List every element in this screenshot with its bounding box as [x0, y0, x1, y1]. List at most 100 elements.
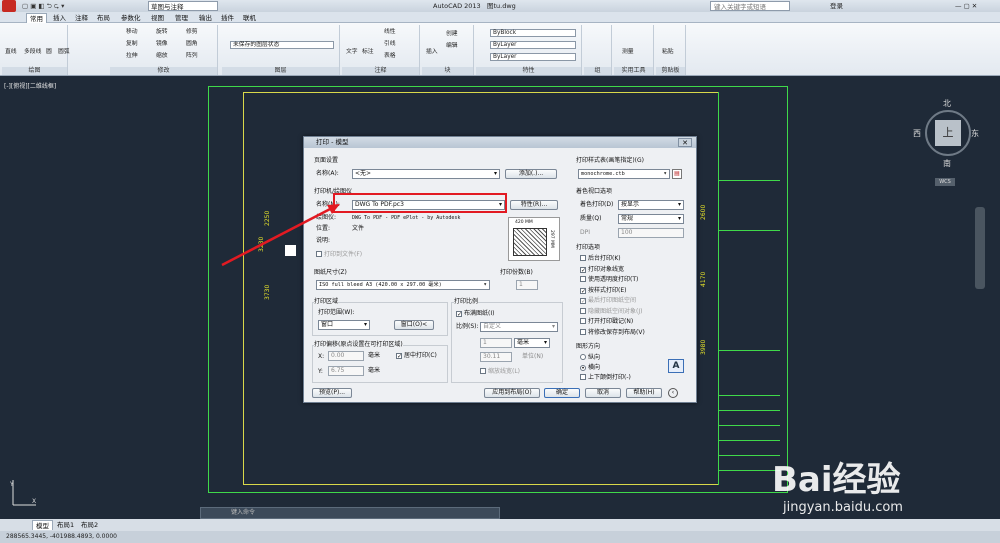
plot-option-checkbox[interactable]: 将修改保存到布局(V)	[580, 328, 645, 337]
scale-value-2[interactable]: 30.11	[480, 352, 512, 362]
fit-to-paper-checkbox[interactable]: ✓ 布满图纸(I)	[456, 310, 494, 318]
scale-unit-select[interactable]: 毫米	[514, 338, 550, 348]
compass-north[interactable]: 北	[943, 98, 951, 109]
app-logo-icon[interactable]	[2, 0, 16, 12]
printer-properties-button[interactable]: 特性(R)...	[510, 200, 558, 210]
dpi-input[interactable]: 100	[618, 228, 684, 238]
line-tool[interactable]: 直线	[5, 49, 17, 56]
apply-to-layout-button[interactable]: 应用到布局(O)	[484, 388, 540, 398]
center-plot-checkbox[interactable]: ✓ 居中打印(C)	[396, 352, 437, 360]
plot-window-button[interactable]: 窗口(O)<	[394, 320, 434, 330]
cancel-button[interactable]: 取消	[585, 388, 621, 398]
leader-tool[interactable]: 引线	[384, 41, 396, 48]
paste-tool[interactable]: 粘贴	[662, 49, 674, 56]
command-input[interactable]: 键入命令	[231, 509, 255, 516]
linetype-select[interactable]: ByLayer	[490, 41, 576, 49]
linear-tool[interactable]: 线性	[384, 29, 396, 36]
compass-south[interactable]: 南	[943, 158, 951, 169]
viewcube[interactable]: 上 北 南 东 西 WCS	[913, 96, 983, 186]
portrait-radio[interactable]: 纵向	[580, 354, 600, 362]
arc-tool[interactable]: 圆弧	[58, 49, 70, 56]
plot-style-select[interactable]: monochrome.ctb	[578, 169, 670, 179]
ok-button[interactable]: 确定	[544, 388, 580, 398]
tab-0[interactable]: 常用	[26, 13, 47, 23]
wcs-menu[interactable]: WCS	[935, 178, 955, 186]
add-page-setup-button[interactable]: 添加(.)...	[505, 169, 557, 179]
layout-tab-2[interactable]: 布局2	[78, 520, 101, 530]
plot-option-checkbox[interactable]: ✓ 按样式打印(E)	[580, 287, 626, 295]
upside-down-checkbox[interactable]: 上下颠倒打印(-)	[580, 374, 631, 382]
plot-option-checkbox[interactable]: 使用透明度打印(T)	[580, 276, 638, 284]
plot-option-checkbox[interactable]: ✓ 最后打印图纸空间	[580, 297, 636, 305]
quality-select[interactable]: 常规	[618, 214, 684, 224]
polyline-tool[interactable]: 多段线	[24, 49, 41, 56]
drawing-line	[718, 410, 780, 411]
plot-options-list: 后台打印(K) ✓ 打印对象线宽使用透明度打印(T) ✓ 按样式打印(E) ✓ 最后打印图纸…	[580, 255, 690, 341]
scale-tool[interactable]: 缩放	[156, 53, 168, 60]
tab-8[interactable]: 插件	[218, 13, 237, 23]
viewport-label[interactable]: [-][俯视][二维线框]	[4, 81, 56, 90]
print-to-file-checkbox[interactable]: 打印到文件(F)	[316, 251, 362, 259]
plot-range-select[interactable]: 窗口	[318, 320, 370, 330]
layout-tab-1[interactable]: 布局1	[54, 520, 77, 530]
tab-4[interactable]: 参数化	[118, 13, 144, 23]
tab-2[interactable]: 注释	[72, 13, 91, 23]
create-block-tool[interactable]: 创建	[446, 31, 458, 38]
tab-1[interactable]: 插入	[50, 13, 69, 23]
tab-6[interactable]: 管理	[172, 13, 191, 23]
shade-plot-select[interactable]: 按显示	[618, 200, 684, 210]
tab-3[interactable]: 布局	[94, 13, 113, 23]
close-button[interactable]: ✕	[678, 138, 692, 147]
collapse-options-icon[interactable]: ‹	[668, 388, 678, 398]
insert-block-tool[interactable]: 插入	[426, 49, 438, 56]
command-line[interactable]: 键入命令	[200, 507, 500, 519]
array-tool[interactable]: 阵列	[186, 53, 198, 60]
navigation-bar[interactable]	[975, 207, 985, 289]
stretch-tool[interactable]: 拉伸	[126, 53, 138, 60]
compass-east[interactable]: 东	[971, 128, 979, 139]
layer-state-select[interactable]: 未保存的图层状态	[230, 41, 334, 49]
dimension-tool[interactable]: 标注	[362, 49, 374, 56]
preview-button[interactable]: 预览(P)...	[312, 388, 352, 398]
plot-option-checkbox[interactable]: 后台打印(K)	[580, 255, 621, 263]
compass-west[interactable]: 西	[913, 128, 921, 139]
measure-tool[interactable]: 测量	[622, 49, 634, 56]
copies-input[interactable]: 1	[516, 280, 538, 290]
offset-y-input[interactable]: 6.75	[328, 366, 364, 376]
quick-access-toolbar[interactable]: ▢ ▣ ◧ ⮌ ⮎ ▾	[22, 1, 64, 11]
scale-ratio-select[interactable]: 自定义	[480, 322, 558, 332]
search-input[interactable]: 键入关键字或短语	[710, 1, 790, 11]
move-tool[interactable]: 移动	[126, 29, 138, 36]
tab-5[interactable]: 视图	[148, 13, 167, 23]
shaded-viewport-heading: 着色视口选项	[576, 188, 613, 195]
viewcube-top-face[interactable]: 上	[935, 120, 961, 146]
plot-option-checkbox[interactable]: 打开打印戳记(N)	[580, 318, 633, 326]
workspace-select[interactable]: 草图与注释	[148, 1, 218, 11]
page-setup-select[interactable]: <无>	[352, 169, 500, 179]
lineweight-select[interactable]: ByLayer	[490, 53, 576, 61]
edit-plot-style-icon[interactable]: ▤	[672, 169, 682, 179]
scale-value-1[interactable]: 1	[480, 338, 512, 348]
table-tool[interactable]: 表格	[384, 53, 396, 60]
rotate-tool[interactable]: 旋转	[156, 29, 168, 36]
tab-9[interactable]: 联机	[240, 13, 259, 23]
paper-size-select[interactable]: ISO full bleed A3 (420.00 x 297.00 毫米)	[316, 280, 490, 290]
plot-option-checkbox[interactable]: 隐藏图纸空间对象(J)	[580, 307, 642, 316]
layout-tab-0[interactable]: 模型	[32, 520, 53, 530]
circle-tool[interactable]: 圆	[46, 49, 52, 56]
plot-option-checkbox[interactable]: ✓ 打印对象线宽	[580, 266, 624, 274]
tab-7[interactable]: 输出	[196, 13, 215, 23]
fillet-tool[interactable]: 圆角	[186, 41, 198, 48]
edit-block-tool[interactable]: 编辑	[446, 43, 458, 50]
help-button[interactable]: 帮助(H)	[626, 388, 662, 398]
color-select[interactable]: ByBlock	[490, 29, 576, 37]
scale-lineweights-checkbox[interactable]: 缩放线宽(L)	[480, 368, 520, 376]
text-tool[interactable]: 文字	[346, 49, 358, 56]
copy-tool[interactable]: 复制	[126, 41, 138, 48]
login-link[interactable]: 登录	[830, 1, 843, 11]
mirror-tool[interactable]: 镜像	[156, 41, 168, 48]
landscape-radio[interactable]: • 横向	[580, 364, 600, 372]
offset-x-input[interactable]: 0.00	[328, 351, 364, 361]
window-controls[interactable]: — ▢ ✕	[955, 1, 977, 11]
trim-tool[interactable]: 修剪	[186, 29, 198, 36]
